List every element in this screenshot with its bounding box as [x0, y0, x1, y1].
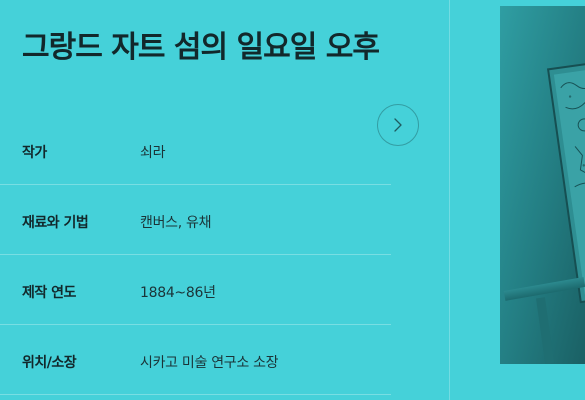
detail-value: 시카고 미술 연구소 소장: [140, 355, 279, 371]
chevron-right-icon: [392, 117, 404, 133]
detail-row-location: 위치/소장 시카고 미술 연구소 소장: [0, 325, 391, 395]
detail-value: 캔버스, 유채: [140, 215, 212, 231]
detail-row-medium: 재료와 기법 캔버스, 유채: [0, 185, 391, 255]
detail-row-year: 제작 연도 1884~86년: [0, 255, 391, 325]
page-title: 그랑드 자트 섬의 일요일 오후: [22, 30, 380, 65]
detail-row-artist: 작가 쇠라: [0, 115, 391, 185]
artwork-details: 작가 쇠라 재료와 기법 캔버스, 유채 제작 연도 1884~86년 위치/소…: [0, 115, 391, 395]
detail-label: 제작 연도: [22, 285, 76, 301]
detail-value: 쇠라: [140, 145, 166, 161]
detail-value: 1884~86년: [140, 285, 216, 301]
artwork-image: [500, 6, 585, 364]
detail-label: 위치/소장: [22, 355, 77, 371]
detail-label: 재료와 기법: [22, 215, 89, 231]
detail-label: 작가: [22, 145, 47, 161]
vertical-divider: [449, 0, 450, 400]
